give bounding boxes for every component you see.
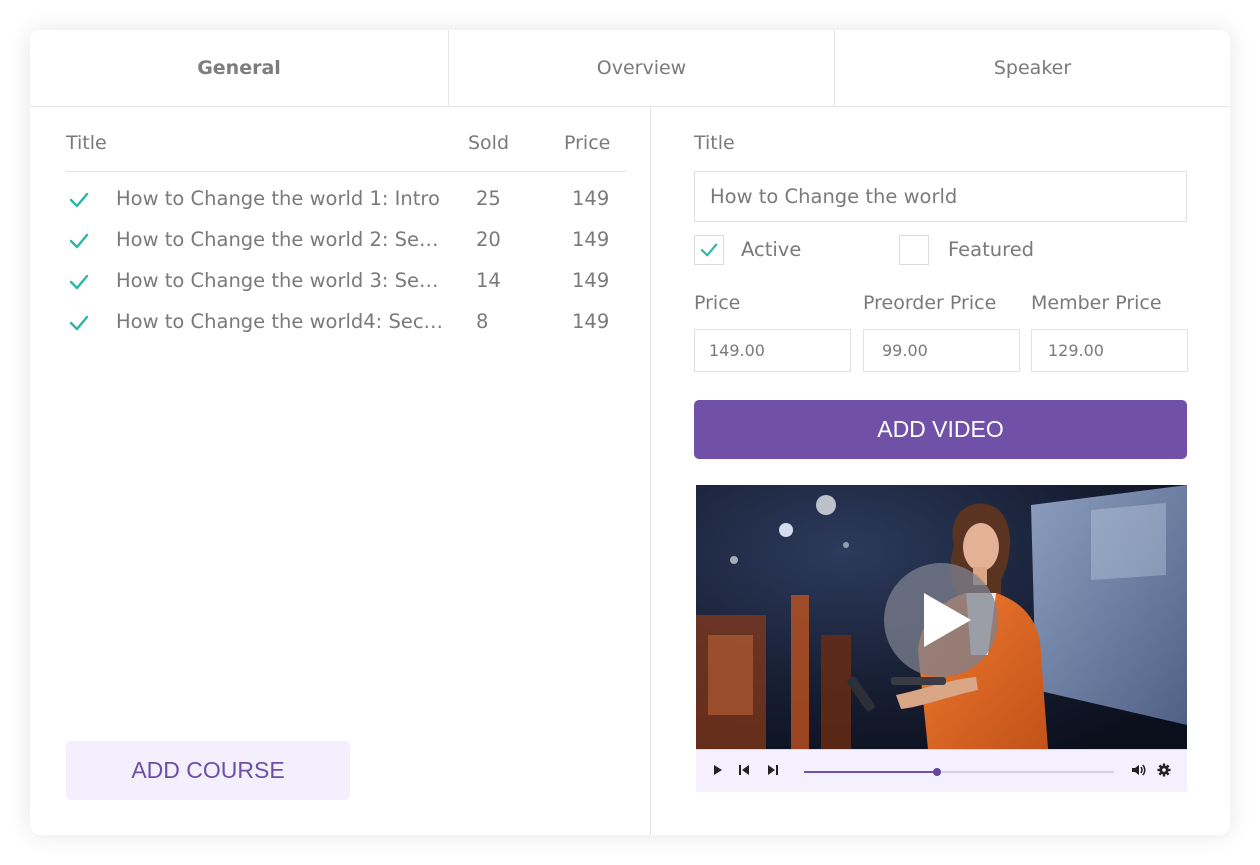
tab-general[interactable]: General xyxy=(30,30,448,106)
price-label: Price xyxy=(694,292,741,314)
course-title: How to Change the world 1: Intro xyxy=(116,187,440,210)
title-input[interactable]: How to Change the world xyxy=(694,171,1187,222)
video-progress-handle[interactable] xyxy=(933,768,942,776)
check-icon xyxy=(69,315,89,331)
title-label: Title xyxy=(694,132,735,154)
column-header-price: Price xyxy=(564,132,611,154)
skip-forward-icon[interactable] xyxy=(767,763,779,777)
table-row[interactable]: How to Change the world 3: Second part 1… xyxy=(66,265,626,299)
video-thumbnail-speaker xyxy=(696,485,1187,749)
check-icon xyxy=(69,192,89,208)
play-icon[interactable] xyxy=(713,763,723,777)
table-header-divider xyxy=(66,171,626,172)
preorder-price-label: Preorder Price xyxy=(863,292,997,314)
check-icon xyxy=(69,274,89,290)
featured-checkbox[interactable] xyxy=(899,235,929,265)
course-sold: 25 xyxy=(476,187,501,210)
preorder-price-input[interactable]: 99.00 xyxy=(863,329,1020,372)
featured-label: Featured xyxy=(948,238,1035,261)
add-course-button[interactable]: ADD COURSE xyxy=(66,741,350,800)
add-video-button[interactable]: ADD VIDEO xyxy=(694,400,1187,459)
course-title: How to Change the world4: Second part xyxy=(116,310,446,333)
table-row[interactable]: How to Change the world 1: Intro 25 149 xyxy=(66,183,626,217)
price-input[interactable]: 149.00 xyxy=(694,329,851,372)
video-progress-fill xyxy=(804,771,938,773)
course-title: How to Change the world 3: Second part xyxy=(116,269,446,292)
column-header-sold: Sold xyxy=(468,132,510,154)
table-row[interactable]: How to Change the world 2: Second part 2… xyxy=(66,224,626,258)
course-sold: 8 xyxy=(476,310,489,333)
tab-bar: General Overview Speaker xyxy=(30,30,1230,107)
column-header-title: Title xyxy=(66,132,107,154)
preorder-price-value: 99.00 xyxy=(882,341,928,360)
course-title: How to Change the world 2: Second part xyxy=(116,228,446,251)
tab-overview[interactable]: Overview xyxy=(448,30,834,106)
course-sold: 20 xyxy=(476,228,501,251)
video-player[interactable] xyxy=(696,485,1187,792)
panel-divider xyxy=(650,107,651,835)
course-price: 149 xyxy=(572,310,610,333)
tab-speaker[interactable]: Speaker xyxy=(834,30,1230,106)
active-label: Active xyxy=(741,238,802,261)
member-price-value: 129.00 xyxy=(1048,341,1104,360)
video-frame xyxy=(696,485,1187,749)
course-price: 149 xyxy=(572,269,610,292)
table-row[interactable]: How to Change the world4: Second part 8 … xyxy=(66,306,626,340)
member-price-label: Member Price xyxy=(1031,292,1162,314)
volume-icon[interactable] xyxy=(1131,763,1147,777)
check-icon xyxy=(700,243,718,257)
course-price: 149 xyxy=(572,228,610,251)
course-editor-card: General Overview Speaker Title Sold Pric… xyxy=(30,30,1230,835)
check-icon xyxy=(69,233,89,249)
member-price-input[interactable]: 129.00 xyxy=(1031,329,1188,372)
course-price: 149 xyxy=(572,187,610,210)
video-progress-track[interactable] xyxy=(804,768,1114,776)
video-controls xyxy=(696,749,1187,792)
skip-back-icon[interactable] xyxy=(738,763,750,777)
active-checkbox[interactable] xyxy=(694,235,724,265)
course-sold: 14 xyxy=(476,269,501,292)
settings-gear-icon[interactable] xyxy=(1157,763,1171,777)
